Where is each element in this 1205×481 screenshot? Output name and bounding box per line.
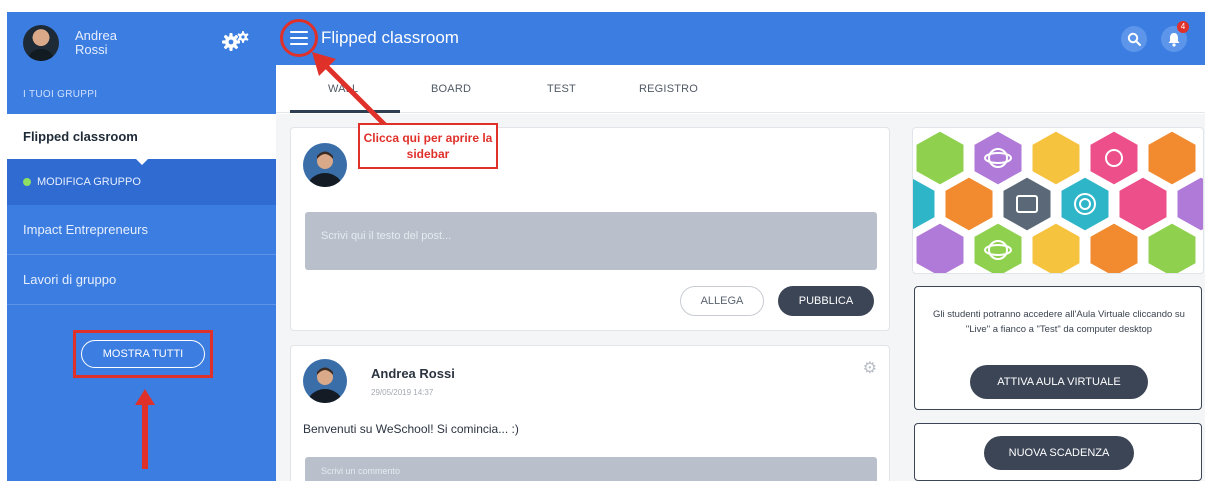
- show-all-button[interactable]: MOSTRA TUTTI: [81, 340, 205, 368]
- tab-board[interactable]: BOARD: [431, 83, 471, 95]
- post-settings-gear-icon[interactable]: ⚙: [863, 358, 877, 378]
- user-name[interactable]: Andrea Rossi: [75, 29, 117, 57]
- post-body-text: Benvenuti su WeSchool! Si comincia... :): [303, 422, 519, 436]
- post-card: Andrea Rossi 29/05/2019 14:37 ⚙ Benvenut…: [290, 345, 890, 481]
- sidebar-item-impact-entrepreneurs[interactable]: Impact Entrepreneurs: [7, 205, 276, 255]
- gear-icon: [23, 178, 31, 186]
- virtual-classroom-info: Gli studenti potranno accedere all'Aula …: [933, 309, 1185, 335]
- user-last-name: Rossi: [75, 42, 108, 57]
- modify-group-link[interactable]: MODIFICA GRUPPO: [7, 159, 276, 205]
- sidebar-hint-callout: Clicca qui per aprire la sidebar: [358, 123, 498, 169]
- post-timestamp: 29/05/2019 14:37: [371, 388, 434, 397]
- show-all-highlight: MOSTRA TUTTI: [73, 330, 213, 378]
- user-first-name: Andrea: [75, 28, 117, 43]
- sidebar-item-flipped-classroom[interactable]: Flipped classroom: [7, 114, 276, 159]
- notification-badge: 4: [1177, 21, 1189, 33]
- groups-section-label: I TUOI GRUPPI: [23, 88, 98, 100]
- deadline-card: NUOVA SCADENZA: [914, 423, 1202, 481]
- arrow-up-annotation-icon: [135, 389, 155, 469]
- sidebar-header: Andrea Rossi: [7, 12, 276, 74]
- bell-icon: [1168, 32, 1180, 47]
- publish-button[interactable]: PUBBLICA: [778, 286, 874, 316]
- tab-registro[interactable]: REGISTRO: [639, 83, 698, 95]
- user-avatar[interactable]: [23, 25, 59, 61]
- comment-input[interactable]: Scrivi un commento: [305, 457, 877, 481]
- top-bar: Flipped classroom 4: [276, 12, 1205, 65]
- new-deadline-button[interactable]: NUOVA SCADENZA: [984, 436, 1134, 470]
- settings-gears-icon[interactable]: [222, 30, 250, 56]
- app-window: Andrea Rossi I TUOI GRUPPI Flipped class…: [0, 0, 1205, 481]
- sidebar: Andrea Rossi I TUOI GRUPPI Flipped class…: [7, 12, 276, 481]
- sidebar-item-lavori-di-gruppo[interactable]: Lavori di gruppo: [7, 255, 276, 305]
- composer-avatar: [303, 143, 347, 187]
- search-button[interactable]: [1121, 26, 1147, 52]
- tab-test[interactable]: TEST: [547, 83, 576, 95]
- virtual-classroom-card: Gli studenti potranno accedere all'Aula …: [914, 286, 1202, 410]
- attach-button[interactable]: ALLEGA: [680, 286, 764, 316]
- page-title: Flipped classroom: [321, 28, 459, 47]
- post-author-name[interactable]: Andrea Rossi: [371, 366, 455, 381]
- post-author-avatar[interactable]: [303, 359, 347, 403]
- activate-virtual-classroom-button[interactable]: ATTIVA AULA VIRTUALE: [970, 365, 1148, 399]
- arrow-diagonal-annotation-icon: [312, 52, 388, 128]
- tab-bar: WALL BOARD TEST REGISTRO: [276, 65, 1205, 113]
- search-icon: [1127, 32, 1141, 46]
- virtual-classroom-illustration: [912, 127, 1204, 274]
- modify-group-label: MODIFICA GRUPPO: [37, 176, 141, 188]
- main-content: Scrivi qui il testo del post... ALLEGA P…: [276, 114, 1205, 481]
- notifications-button[interactable]: 4: [1161, 21, 1189, 52]
- hamburger-menu-icon: [290, 31, 308, 45]
- post-text-input[interactable]: Scrivi qui il testo del post...: [305, 212, 877, 270]
